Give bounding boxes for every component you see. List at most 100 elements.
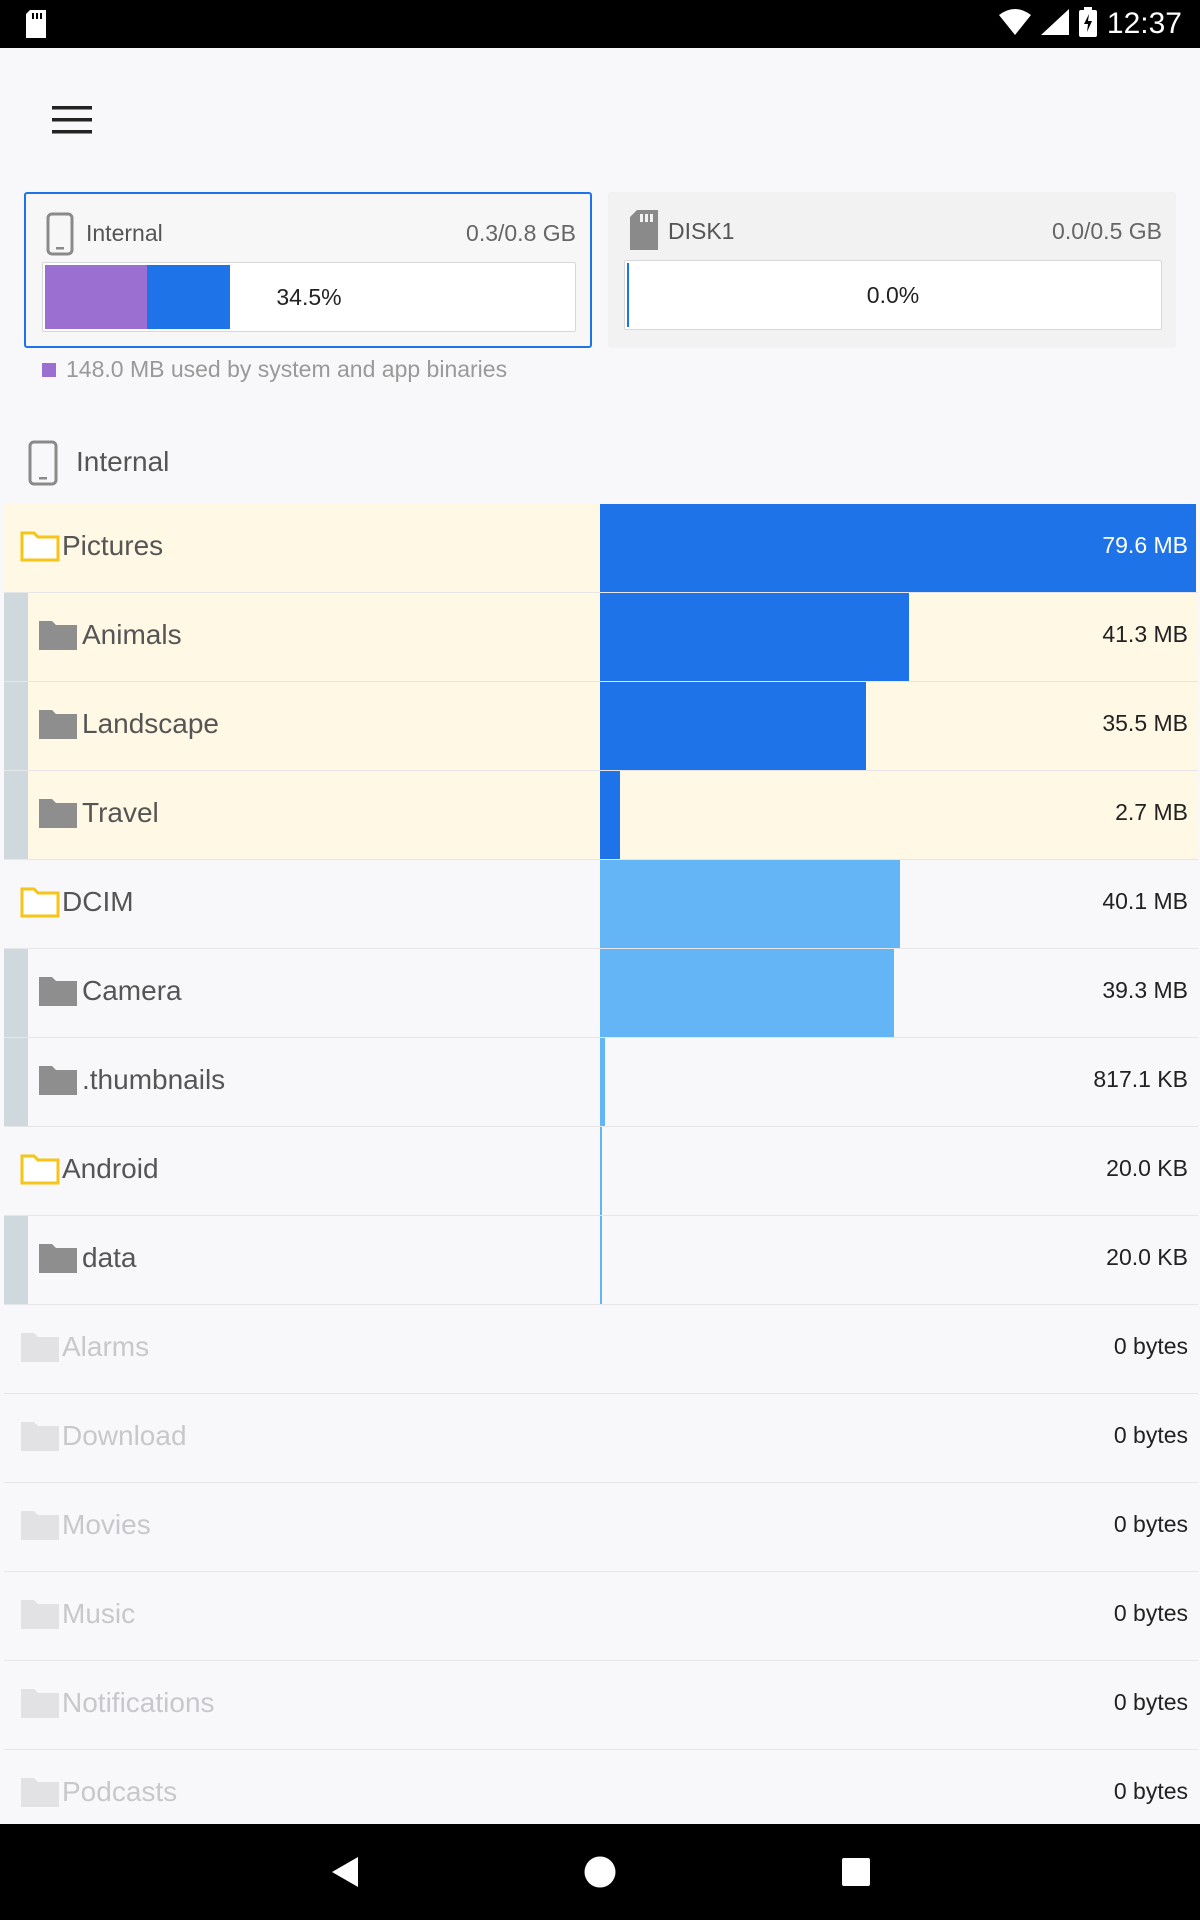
menu-button[interactable] — [40, 88, 104, 152]
size-bar-fill — [600, 682, 866, 770]
folder-row[interactable]: Landscape 35.5 MB — [4, 682, 1198, 771]
folder-name: Notifications — [62, 1687, 215, 1718]
section-label: Internal — [76, 446, 170, 477]
size-bar-fill — [600, 860, 901, 948]
folder-icon — [20, 1687, 60, 1724]
size-bar-fill — [600, 1216, 602, 1304]
sd-card-status-icon — [24, 10, 48, 43]
folder-name: Camera — [82, 975, 182, 1006]
folder-size: 41.3 MB — [1102, 621, 1188, 647]
storage-card-internal[interactable]: Internal 0.3/0.8 GB 34.5% — [24, 192, 592, 348]
folder-name: Travel — [82, 797, 159, 828]
folder-name: DCIM — [62, 886, 134, 917]
indent-marker — [4, 1038, 28, 1126]
storage-name: DISK1 — [668, 218, 735, 244]
folder-row[interactable]: Alarms 0 bytes — [4, 1305, 1198, 1394]
home-icon — [584, 1856, 616, 1888]
folder-icon — [38, 619, 78, 656]
folder-size: 0 bytes — [1113, 1422, 1188, 1448]
storage-usage-bar: 0.0% — [624, 260, 1162, 330]
folder-size: 0 bytes — [1113, 1689, 1188, 1715]
folder-icon — [20, 1331, 60, 1368]
folder-row[interactable]: Animals 41.3 MB — [4, 593, 1198, 682]
folder-name: Alarms — [62, 1331, 150, 1362]
storage-usage: 0.0/0.5 GB — [1052, 218, 1162, 244]
folder-icon — [38, 1064, 78, 1101]
storage-usage-bar: 34.5% — [42, 262, 576, 332]
storage-percent: 34.5% — [276, 283, 342, 310]
folder-name: Pictures — [62, 530, 164, 561]
folder-row[interactable]: Pictures 79.6 MB — [4, 504, 1198, 593]
hamburger-menu-icon — [52, 106, 92, 134]
home-button[interactable] — [576, 1848, 624, 1896]
folder-name: Movies — [62, 1509, 151, 1540]
storage-name: Internal — [86, 220, 163, 246]
folder-row[interactable]: Download 0 bytes — [4, 1394, 1198, 1483]
folder-name: .thumbnails — [82, 1064, 226, 1095]
indent-marker — [4, 593, 28, 681]
folder-size: 79.6 MB — [1102, 532, 1188, 558]
system-usage-legend: 148.0 MB used by system and app binaries — [42, 356, 507, 383]
folder-row[interactable]: Movies 0 bytes — [4, 1483, 1198, 1572]
folder-open-icon — [20, 530, 60, 567]
recents-button[interactable] — [832, 1848, 880, 1896]
folder-size: 20.0 KB — [1106, 1244, 1188, 1270]
folder-row[interactable]: DCIM 40.1 MB — [4, 860, 1198, 949]
cell-signal-icon — [1040, 8, 1069, 40]
folder-size: 0 bytes — [1113, 1600, 1188, 1626]
folder-icon — [38, 797, 78, 834]
folder-name: Music — [62, 1598, 136, 1629]
folder-size: 35.5 MB — [1102, 710, 1188, 736]
storage-section-header: Internal — [0, 432, 1200, 492]
folder-row[interactable]: Music 0 bytes — [4, 1572, 1198, 1661]
folder-size: 39.3 MB — [1102, 977, 1188, 1003]
folder-row[interactable]: Notifications 0 bytes — [4, 1661, 1198, 1750]
folder-icon — [20, 1420, 60, 1457]
folder-row[interactable]: data 20.0 KB — [4, 1216, 1198, 1305]
indent-marker — [4, 682, 28, 770]
size-bar-fill — [600, 1127, 602, 1215]
storage-card-disk1[interactable]: DISK1 0.0/0.5 GB 0.0% — [608, 192, 1176, 348]
folder-name: Android — [62, 1153, 159, 1184]
folder-size: 0 bytes — [1113, 1333, 1188, 1359]
size-bar-fill — [600, 1038, 605, 1126]
legend-swatch — [42, 362, 56, 377]
storage-usage: 0.3/0.8 GB — [466, 220, 576, 246]
folder-icon — [38, 708, 78, 745]
folder-icon — [20, 1509, 60, 1546]
folder-open-icon — [20, 886, 60, 923]
status-bar: 12:37 — [0, 0, 1200, 48]
folder-row[interactable]: Travel 2.7 MB — [4, 771, 1198, 860]
folder-name: Podcasts — [62, 1776, 178, 1807]
folder-size: 817.1 KB — [1093, 1066, 1188, 1092]
battery-icon — [1078, 6, 1097, 42]
phone-icon — [28, 440, 58, 491]
folder-size: 0 bytes — [1113, 1511, 1188, 1537]
folder-name: data — [82, 1242, 137, 1273]
folder-size: 0 bytes — [1113, 1778, 1188, 1804]
folder-name: Landscape — [82, 708, 220, 739]
back-button[interactable] — [321, 1848, 369, 1896]
size-bar-fill — [600, 949, 895, 1037]
status-clock: 12:37 — [1106, 7, 1182, 40]
sd-card-icon — [628, 210, 660, 255]
size-bar-fill — [600, 593, 910, 681]
folder-size: 40.1 MB — [1102, 888, 1188, 914]
indent-marker — [4, 949, 28, 1037]
folder-size: 2.7 MB — [1115, 799, 1188, 825]
folder-row[interactable]: Android 20.0 KB — [4, 1127, 1198, 1216]
folder-row[interactable]: Camera 39.3 MB — [4, 949, 1198, 1038]
recents-icon — [842, 1858, 870, 1886]
indent-marker — [4, 771, 28, 859]
storage-percent: 0.0% — [866, 281, 920, 308]
folder-name: Download — [62, 1420, 187, 1451]
legend-text: 148.0 MB used by system and app binaries — [66, 356, 508, 382]
folder-open-icon — [20, 1153, 60, 1190]
size-bar — [600, 771, 1196, 859]
folder-icon — [38, 1242, 78, 1279]
folder-size: 20.0 KB — [1106, 1155, 1188, 1181]
folder-icon — [38, 975, 78, 1012]
size-bar-fill — [600, 771, 621, 859]
folder-row[interactable]: .thumbnails 817.1 KB — [4, 1038, 1198, 1127]
folder-icon — [20, 1776, 60, 1813]
